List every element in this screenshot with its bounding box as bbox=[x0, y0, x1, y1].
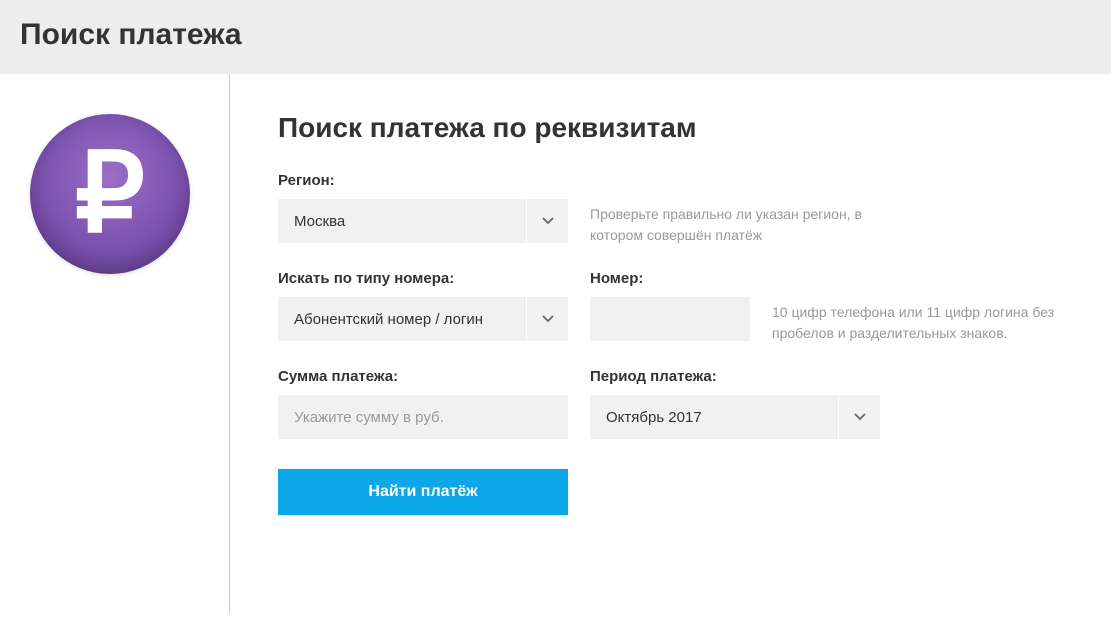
chevron-down-icon bbox=[838, 395, 880, 439]
chevron-down-icon bbox=[526, 297, 568, 341]
period-group: Период платежа: Октябрь 2017 bbox=[590, 368, 880, 439]
sidebar: ₽ bbox=[0, 74, 230, 614]
amount-group: Сумма платежа: bbox=[278, 368, 568, 439]
number-hint: 10 цифр телефона или 11 цифр логина без … bbox=[772, 270, 1072, 344]
ruble-icon: ₽ bbox=[30, 114, 190, 274]
number-input[interactable] bbox=[590, 297, 750, 341]
search-type-group: Искать по типу номера: Абонентский номер… bbox=[278, 270, 568, 341]
type-number-row: Искать по типу номера: Абонентский номер… bbox=[278, 270, 1111, 344]
region-select-value: Москва bbox=[278, 213, 526, 230]
region-group: Регион: Москва bbox=[278, 172, 568, 243]
search-type-label: Искать по типу номера: bbox=[278, 270, 568, 287]
amount-label: Сумма платежа: bbox=[278, 368, 568, 385]
search-type-select[interactable]: Абонентский номер / логин bbox=[278, 297, 568, 341]
section-title: Поиск платежа по реквизитам bbox=[278, 112, 1111, 144]
region-label: Регион: bbox=[278, 172, 568, 189]
ruble-glyph: ₽ bbox=[75, 139, 145, 249]
content: Поиск платежа по реквизитам Регион: Моск… bbox=[230, 74, 1111, 614]
page-title: Поиск платежа bbox=[20, 18, 1091, 52]
main-area: ₽ Поиск платежа по реквизитам Регион: Мо… bbox=[0, 74, 1111, 614]
region-hint: Проверьте правильно ли указан регион, в … bbox=[590, 172, 890, 246]
region-select[interactable]: Москва bbox=[278, 199, 568, 243]
period-value: Октябрь 2017 bbox=[590, 409, 838, 426]
number-label: Номер: bbox=[590, 270, 750, 287]
search-type-value: Абонентский номер / логин bbox=[278, 311, 526, 328]
header-bar: Поиск платежа bbox=[0, 0, 1111, 74]
region-row: Регион: Москва Проверьте правильно ли ук… bbox=[278, 172, 1111, 246]
amount-input[interactable] bbox=[278, 395, 568, 439]
period-select[interactable]: Октябрь 2017 bbox=[590, 395, 880, 439]
chevron-down-icon bbox=[526, 199, 568, 243]
find-payment-button[interactable]: Найти платёж bbox=[278, 469, 568, 515]
number-group: Номер: bbox=[590, 270, 750, 341]
period-label: Период платежа: bbox=[590, 368, 880, 385]
amount-period-row: Сумма платежа: Период платежа: Октябрь 2… bbox=[278, 368, 1111, 439]
